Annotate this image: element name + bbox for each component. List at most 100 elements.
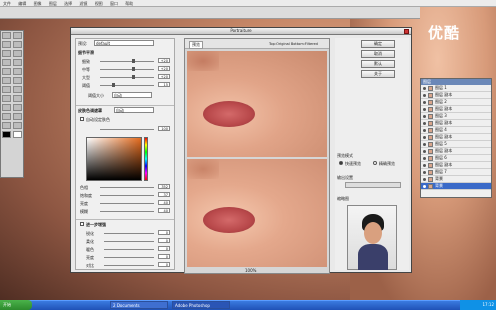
layer-row[interactable]: 图层 副本: [421, 120, 491, 127]
slice-tool-icon[interactable]: [13, 50, 22, 57]
eye-icon[interactable]: [423, 121, 426, 125]
layer-row[interactable]: 图层 7: [421, 169, 491, 176]
history-brush-icon[interactable]: [13, 68, 22, 75]
enhance-checkbox[interactable]: [80, 222, 84, 226]
pen-tool-icon[interactable]: [2, 104, 11, 111]
hue-slider[interactable]: [100, 187, 154, 188]
layer-row[interactable]: 图层 副本: [421, 148, 491, 155]
stamp-tool-icon[interactable]: [2, 68, 11, 75]
close-icon[interactable]: [404, 29, 409, 34]
eye-icon[interactable]: [423, 184, 426, 188]
eraser-tool-icon[interactable]: [2, 77, 11, 84]
accurate-preview-radio[interactable]: [373, 161, 377, 165]
eye-icon[interactable]: [423, 93, 426, 97]
layer-row[interactable]: 图层 副本: [421, 92, 491, 99]
eye-icon[interactable]: [423, 135, 426, 139]
zoom-tool-icon[interactable]: [13, 122, 22, 129]
heal-tool-icon[interactable]: [2, 59, 11, 66]
skin-color-picker[interactable]: [86, 137, 142, 181]
marquee-tool-icon[interactable]: [13, 32, 22, 39]
gradient-tool-icon[interactable]: [13, 77, 22, 84]
notes-tool-icon[interactable]: [2, 113, 11, 120]
dodge-tool-icon[interactable]: [13, 86, 22, 93]
detail-large-slider[interactable]: [100, 77, 154, 78]
hand-tool-icon[interactable]: [2, 122, 11, 129]
zoom-level[interactable]: 100%: [245, 268, 256, 273]
foreground-color-swatch[interactable]: [2, 131, 11, 138]
type-tool-icon[interactable]: [13, 95, 22, 102]
auto-mask-checkbox[interactable]: [80, 117, 84, 121]
layer-row[interactable]: 图层 2: [421, 99, 491, 106]
threshold-slider[interactable]: [100, 85, 154, 86]
brightness-slider[interactable]: [104, 257, 154, 258]
warmth-value[interactable]: 0: [158, 246, 170, 251]
layer-row[interactable]: 图层 1: [421, 85, 491, 92]
taskbar-item-active[interactable]: Adobe Photoshop: [172, 301, 230, 309]
eye-icon[interactable]: [423, 177, 426, 181]
mask-tolerance-slider[interactable]: [100, 129, 154, 130]
warmth-slider[interactable]: [104, 249, 154, 250]
threshold-value[interactable]: 15: [158, 82, 170, 87]
preset-select[interactable]: default: [94, 40, 154, 46]
softness-slider[interactable]: [104, 241, 154, 242]
eyedropper-tool-icon[interactable]: [13, 113, 22, 120]
detail-fine-value[interactable]: +20: [158, 58, 170, 63]
layer-row[interactable]: 图层 副本: [421, 106, 491, 113]
detail-fine-slider[interactable]: [100, 61, 154, 62]
wand-tool-icon[interactable]: [13, 41, 22, 48]
path-tool-icon[interactable]: [2, 95, 11, 102]
layer-row[interactable]: 图层 副本: [421, 162, 491, 169]
mask-mode-select[interactable]: 自动: [114, 107, 154, 113]
crop-tool-icon[interactable]: [2, 50, 11, 57]
default-button[interactable]: 默认: [361, 60, 395, 68]
saturation-value[interactable]: 37: [158, 192, 170, 197]
layer-row[interactable]: 图层 4: [421, 127, 491, 134]
blur-slider[interactable]: [100, 211, 154, 212]
size-select[interactable]: 自动: [112, 92, 152, 98]
move-tool-icon[interactable]: [2, 32, 11, 39]
eye-icon[interactable]: [423, 163, 426, 167]
blur-value[interactable]: 40: [158, 208, 170, 213]
eye-icon[interactable]: [423, 149, 426, 153]
layer-row[interactable]: 背景: [421, 176, 491, 183]
detail-medium-slider[interactable]: [100, 69, 154, 70]
slider-knob[interactable]: [132, 75, 135, 79]
tab-preview[interactable]: 预览: [189, 41, 203, 49]
layer-row-selected[interactable]: 背景: [421, 183, 491, 190]
eye-icon[interactable]: [423, 128, 426, 132]
slider-knob[interactable]: [112, 83, 115, 87]
about-button[interactable]: 关于: [361, 70, 395, 78]
eye-icon[interactable]: [423, 156, 426, 160]
preview-compare-option[interactable]: Top:Original Bottom:Filtered: [269, 42, 318, 46]
saturation-slider[interactable]: [100, 195, 154, 196]
background-color-swatch[interactable]: [13, 131, 22, 138]
luminance-value[interactable]: 40: [158, 200, 170, 205]
contrast-slider[interactable]: [104, 265, 154, 266]
sharpness-slider[interactable]: [104, 233, 154, 234]
eye-icon[interactable]: [423, 114, 426, 118]
taskbar-item[interactable]: 2 Documents: [110, 301, 168, 309]
mask-tolerance-value[interactable]: 100: [158, 126, 170, 131]
brush-tool-icon[interactable]: [13, 59, 22, 66]
detail-large-value[interactable]: +20: [158, 74, 170, 79]
hue-value[interactable]: 352: [158, 184, 170, 189]
slider-knob[interactable]: [132, 67, 135, 71]
slider-knob[interactable]: [132, 59, 135, 63]
brightness-value[interactable]: 0: [158, 254, 170, 259]
softness-value[interactable]: 0: [158, 238, 170, 243]
start-button[interactable]: 开始: [0, 300, 32, 310]
eye-icon[interactable]: [423, 107, 426, 111]
lasso-tool-icon[interactable]: [2, 41, 11, 48]
detail-medium-value[interactable]: +20: [158, 66, 170, 71]
layer-row[interactable]: 图层 3: [421, 113, 491, 120]
hue-strip[interactable]: [144, 137, 148, 181]
blur-tool-icon[interactable]: [2, 86, 11, 93]
output-select[interactable]: [345, 182, 401, 188]
luminance-slider[interactable]: [100, 203, 154, 204]
layer-row[interactable]: 图层 6: [421, 155, 491, 162]
contrast-value[interactable]: 0: [158, 262, 170, 267]
fast-preview-radio[interactable]: [339, 161, 343, 165]
eye-icon[interactable]: [423, 86, 426, 90]
layer-row[interactable]: 图层 5: [421, 141, 491, 148]
shape-tool-icon[interactable]: [13, 104, 22, 111]
